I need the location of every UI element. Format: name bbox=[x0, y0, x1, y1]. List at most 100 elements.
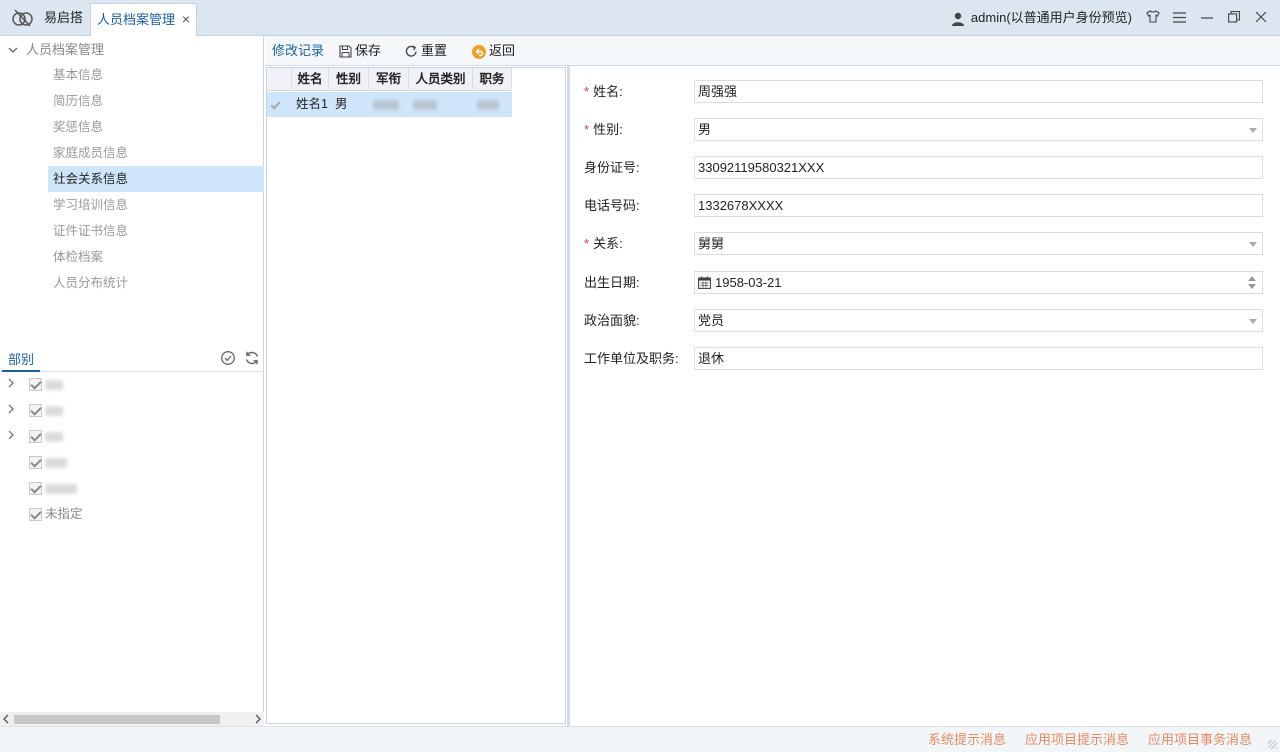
field-label-text: 姓名: bbox=[593, 84, 623, 99]
sidebar-item-distribution-stats[interactable]: 人员分布统计 bbox=[48, 270, 264, 296]
dept-tree-node[interactable] bbox=[0, 423, 264, 449]
window-controls bbox=[1139, 0, 1274, 36]
field-value: 舅舅 bbox=[698, 236, 725, 251]
cell-name: 姓名1 bbox=[296, 97, 328, 111]
app-message-link[interactable]: 应用项目提示消息 bbox=[1025, 727, 1129, 752]
node-checkbox[interactable] bbox=[29, 456, 42, 469]
calendar-icon[interactable] bbox=[698, 276, 711, 290]
status-bar: 系统提示消息 应用项目提示消息 应用项目事务消息 bbox=[0, 726, 1280, 752]
sidebar-item-family[interactable]: 家庭成员信息 bbox=[48, 140, 264, 166]
field-label: 工作单位及职务: bbox=[584, 351, 679, 366]
check-all-icon[interactable] bbox=[220, 350, 236, 366]
table-row[interactable]: 姓名1 男 bbox=[267, 92, 512, 117]
tab-personnel-archive[interactable]: 人员档案管理 × bbox=[90, 3, 197, 36]
birth-date-field[interactable]: 1958-03-21 bbox=[694, 271, 1263, 294]
field-label: 身份证号: bbox=[584, 160, 640, 175]
form-row-birth-date: 出生日期: 1958-03-21 bbox=[570, 271, 1280, 295]
sidebar-item-rewards[interactable]: 奖惩信息 bbox=[48, 114, 264, 140]
department-panel-header: 部别 bbox=[0, 348, 264, 372]
node-label-redacted bbox=[45, 371, 63, 397]
nav-root-personnel-archive[interactable]: 人员档案管理 bbox=[0, 38, 264, 62]
back-icon bbox=[472, 44, 486, 59]
node-checkbox[interactable] bbox=[29, 508, 42, 521]
required-marker: * bbox=[584, 236, 590, 251]
row-check-icon[interactable] bbox=[270, 99, 281, 110]
reset-label: 重置 bbox=[421, 43, 448, 58]
dropdown-arrow-icon[interactable] bbox=[1249, 319, 1257, 324]
record-grid: 姓名 性别 军衔 人员类别 职务 姓名1 男 bbox=[266, 67, 566, 724]
department-tab[interactable]: 部别 bbox=[2, 348, 41, 372]
id-number-field[interactable]: 33092119580321XXX bbox=[694, 156, 1263, 179]
grid-header-select bbox=[267, 68, 292, 91]
chevron-right-icon[interactable] bbox=[8, 371, 18, 397]
column-header-position[interactable]: 职务 bbox=[473, 68, 512, 91]
skin-icon[interactable] bbox=[1139, 10, 1166, 26]
scrollbar-thumb[interactable] bbox=[14, 715, 220, 724]
save-button[interactable]: 保存 bbox=[339, 36, 381, 66]
column-header-gender[interactable]: 性别 bbox=[329, 68, 369, 91]
sidebar-item-social-relations[interactable]: 社会关系信息 bbox=[48, 166, 264, 192]
system-message-link[interactable]: 系统提示消息 bbox=[928, 727, 1006, 752]
form-row-political-status: 政治面貌: 党员 bbox=[570, 309, 1280, 333]
column-header-category[interactable]: 人员类别 bbox=[409, 68, 473, 91]
node-checkbox[interactable] bbox=[29, 430, 42, 443]
restore-icon[interactable] bbox=[1220, 10, 1247, 26]
sidebar-item-physical-exam[interactable]: 体检档案 bbox=[48, 244, 264, 270]
app-task-link[interactable]: 应用项目事务消息 bbox=[1148, 727, 1252, 752]
relation-select[interactable]: 舅舅 bbox=[694, 232, 1263, 255]
dept-tree-node-unassigned[interactable]: 未指定 bbox=[0, 501, 264, 527]
menu-icon[interactable] bbox=[1166, 10, 1193, 26]
sidebar-item-certificates[interactable]: 证件证书信息 bbox=[48, 218, 264, 244]
chevron-down-icon bbox=[8, 39, 26, 63]
close-tab-icon[interactable]: × bbox=[182, 4, 190, 35]
dept-tree-node[interactable] bbox=[0, 449, 264, 475]
dropdown-arrow-icon[interactable] bbox=[1249, 128, 1257, 133]
user-icon bbox=[951, 12, 964, 26]
dropdown-arrow-icon[interactable] bbox=[1249, 242, 1257, 247]
gender-select[interactable]: 男 bbox=[694, 118, 1263, 141]
dept-tree-node[interactable] bbox=[0, 475, 264, 501]
node-checkbox[interactable] bbox=[29, 404, 42, 417]
field-label: 电话号码: bbox=[584, 198, 640, 213]
form-row-gender: * 性别: 男 bbox=[570, 118, 1280, 142]
required-marker: * bbox=[584, 122, 590, 137]
cell-rank-redacted bbox=[373, 92, 399, 117]
sidebar-item-basic-info[interactable]: 基本信息 bbox=[48, 62, 264, 88]
reset-button[interactable]: 重置 bbox=[405, 36, 447, 66]
column-header-name[interactable]: 姓名 bbox=[292, 68, 329, 91]
phone-field[interactable]: 1332678XXXX bbox=[694, 194, 1263, 217]
workplace-field[interactable]: 退休 bbox=[694, 347, 1263, 370]
grid-header: 姓名 性别 军衔 人员类别 职务 bbox=[267, 68, 512, 91]
field-label: 政治面貌: bbox=[584, 313, 640, 328]
horizontal-scrollbar[interactable] bbox=[0, 712, 264, 726]
node-checkbox[interactable] bbox=[29, 482, 42, 495]
dept-tree-node[interactable] bbox=[0, 397, 264, 423]
app-home-tab[interactable]: 易启搭 bbox=[36, 0, 91, 36]
chevron-right-icon[interactable] bbox=[8, 397, 18, 423]
refresh-icon[interactable] bbox=[244, 350, 260, 366]
resize-grip-icon[interactable] bbox=[1268, 740, 1277, 749]
left-sidebar: 人员档案管理 基本信息 简历信息 奖惩信息 家庭成员信息 社会关系信息 学习培训… bbox=[0, 36, 264, 726]
name-field[interactable]: 周强强 bbox=[694, 80, 1263, 103]
toolbar: 修改记录 保存 重置 返回 bbox=[265, 36, 1280, 66]
field-label: * 关系: bbox=[584, 232, 623, 256]
history-button[interactable]: 修改记录 bbox=[272, 36, 324, 66]
node-label-redacted bbox=[45, 397, 63, 423]
dept-tree-node[interactable] bbox=[0, 371, 264, 397]
column-header-rank[interactable]: 军衔 bbox=[369, 68, 409, 91]
back-button[interactable]: 返回 bbox=[472, 36, 515, 66]
close-window-icon[interactable] bbox=[1247, 10, 1274, 26]
save-icon bbox=[339, 45, 352, 58]
user-name: admin(以普通用户身份预览) bbox=[970, 10, 1132, 25]
node-checkbox[interactable] bbox=[29, 378, 42, 391]
cell-position-redacted bbox=[477, 92, 499, 117]
sidebar-item-training[interactable]: 学习培训信息 bbox=[48, 192, 264, 218]
form-row-relation: * 关系: 舅舅 bbox=[570, 232, 1280, 256]
back-label: 返回 bbox=[489, 43, 516, 58]
minimize-icon[interactable] bbox=[1193, 10, 1220, 26]
political-status-select[interactable]: 党员 bbox=[694, 309, 1263, 332]
user-menu[interactable]: admin(以普通用户身份预览) bbox=[951, 0, 1132, 36]
sidebar-item-resume[interactable]: 简历信息 bbox=[48, 88, 264, 114]
chevron-right-icon[interactable] bbox=[8, 423, 18, 449]
date-spinner-icon[interactable] bbox=[1248, 276, 1256, 290]
